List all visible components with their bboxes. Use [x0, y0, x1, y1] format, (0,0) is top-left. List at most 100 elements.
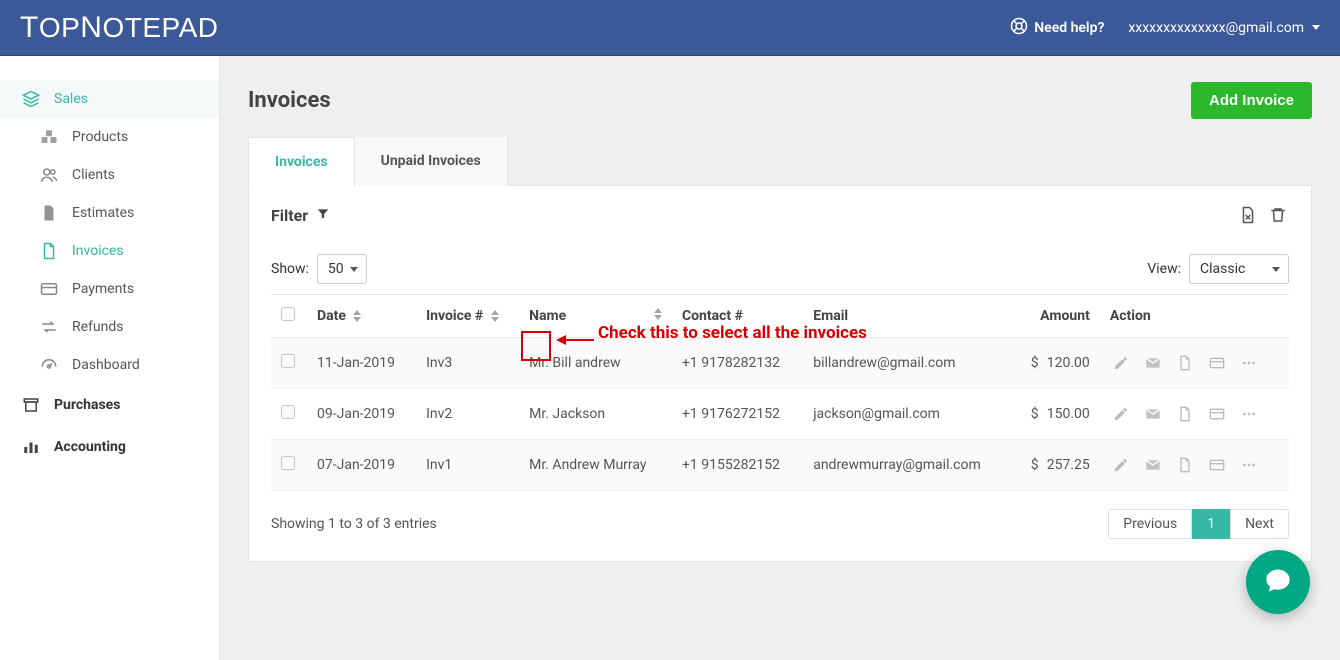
show-control: Show: 50	[271, 254, 367, 284]
mail-icon[interactable]	[1142, 352, 1164, 374]
cell-date: 07-Jan-2019	[307, 440, 416, 491]
mail-icon[interactable]	[1142, 403, 1164, 425]
cell-contact: +1 9155282152	[672, 440, 803, 491]
cell-name: Mr. Andrew Murray	[519, 440, 672, 491]
cell-invoice-no: Inv2	[416, 389, 519, 440]
user-menu[interactable]: xxxxxxxxxxxxxx@gmail.com	[1128, 20, 1320, 36]
table-row: 11-Jan-2019 Inv3 Mr. Bill andrew +1 9178…	[271, 338, 1289, 389]
edit-icon[interactable]	[1110, 454, 1132, 476]
main-content: Invoices Add Invoice Invoices Unpaid Inv…	[220, 56, 1340, 660]
sidebar-item-dashboard[interactable]: Dashboard	[0, 346, 219, 384]
pdf-icon[interactable]	[1174, 454, 1196, 476]
sidebar-item-clients[interactable]: Clients	[0, 156, 219, 194]
col-date[interactable]: Date	[307, 295, 416, 338]
sidebar-label-sales: Sales	[54, 91, 88, 107]
pagination-next[interactable]: Next	[1230, 509, 1289, 539]
row-checkbox[interactable]	[281, 456, 295, 470]
chevron-down-icon	[1272, 267, 1280, 272]
sidebar-item-products[interactable]: Products	[0, 118, 219, 156]
cell-amount: $150.00	[1012, 389, 1100, 440]
tab-invoices[interactable]: Invoices	[248, 137, 355, 187]
users-icon	[40, 166, 58, 184]
col-action: Action	[1100, 295, 1289, 338]
sidebar-label-refunds: Refunds	[72, 319, 124, 335]
cell-email: jackson@gmail.com	[803, 389, 1012, 440]
show-select[interactable]: 50	[317, 254, 367, 284]
filter-toggle[interactable]: Filter	[271, 206, 330, 225]
sidebar-item-sales[interactable]: Sales	[0, 80, 219, 118]
brand-logo: TOPNotepad	[20, 11, 219, 45]
chevron-down-icon	[350, 267, 358, 272]
table-row: 09-Jan-2019 Inv2 Mr. Jackson +1 91762721…	[271, 389, 1289, 440]
pagination-prev[interactable]: Previous	[1108, 509, 1192, 539]
edit-icon[interactable]	[1110, 352, 1132, 374]
sort-icon	[353, 310, 361, 322]
row-actions	[1110, 454, 1279, 476]
select-all-checkbox[interactable]	[281, 307, 295, 321]
chat-icon	[1264, 566, 1292, 598]
show-value: 50	[328, 261, 344, 277]
need-help-label: Need help?	[1034, 20, 1104, 36]
pdf-icon[interactable]	[1174, 403, 1196, 425]
delete-button[interactable]	[1267, 204, 1289, 226]
sidebar-label-payments: Payments	[72, 281, 134, 297]
pagination-page-1[interactable]: 1	[1192, 509, 1230, 539]
col-name[interactable]: Name	[519, 295, 672, 338]
tabs: Invoices Unpaid Invoices	[248, 137, 1312, 186]
sidebar-label-accounting: Accounting	[54, 439, 126, 455]
need-help-link[interactable]: Need help?	[1010, 17, 1104, 39]
sidebar-item-payments[interactable]: Payments	[0, 270, 219, 308]
edit-icon[interactable]	[1110, 403, 1132, 425]
cell-email: andrewmurray@gmail.com	[803, 440, 1012, 491]
cell-email: billandrew@gmail.com	[803, 338, 1012, 389]
cell-invoice-no: Inv3	[416, 338, 519, 389]
cell-name: Mr. Bill andrew	[519, 338, 672, 389]
sidebar-item-estimates[interactable]: Estimates	[0, 194, 219, 232]
gauge-icon	[40, 356, 58, 374]
cell-date: 09-Jan-2019	[307, 389, 416, 440]
tab-unpaid-invoices[interactable]: Unpaid Invoices	[355, 137, 508, 186]
col-contact: Contact #	[672, 295, 803, 338]
mail-icon[interactable]	[1142, 454, 1164, 476]
cell-invoice-no: Inv1	[416, 440, 519, 491]
table-row: 07-Jan-2019 Inv1 Mr. Andrew Murray +1 91…	[271, 440, 1289, 491]
chat-fab[interactable]	[1246, 550, 1310, 614]
row-checkbox[interactable]	[281, 405, 295, 419]
export-excel-button[interactable]	[1237, 204, 1259, 226]
sidebar-item-purchases[interactable]: Purchases	[0, 384, 219, 426]
sidebar-item-refunds[interactable]: Refunds	[0, 308, 219, 346]
view-select[interactable]: Classic	[1189, 254, 1289, 284]
sort-icon	[654, 308, 662, 320]
card-icon[interactable]	[1206, 352, 1228, 374]
col-invoice-no[interactable]: Invoice #	[416, 295, 519, 338]
more-icon[interactable]	[1238, 403, 1260, 425]
col-amount: Amount	[1012, 295, 1100, 338]
chevron-down-icon	[1312, 25, 1320, 30]
view-label: View:	[1147, 261, 1181, 277]
more-icon[interactable]	[1238, 352, 1260, 374]
sidebar-item-invoices[interactable]: Invoices	[0, 232, 219, 270]
cell-date: 11-Jan-2019	[307, 338, 416, 389]
card-icon[interactable]	[1206, 403, 1228, 425]
sidebar-label-dashboard: Dashboard	[72, 357, 140, 373]
swap-icon	[40, 318, 58, 336]
card-icon[interactable]	[1206, 454, 1228, 476]
row-checkbox[interactable]	[281, 354, 295, 368]
topbar: TOPNotepad Need help? xxxxxxxxxxxxxx@gma…	[0, 0, 1340, 56]
showing-text: Showing 1 to 3 of 3 entries	[271, 516, 437, 532]
sidebar-label-invoices: Invoices	[72, 243, 124, 259]
more-icon[interactable]	[1238, 454, 1260, 476]
filter-icon	[316, 206, 330, 225]
sort-icon	[491, 310, 499, 322]
page-title: Invoices	[248, 88, 331, 113]
row-actions	[1110, 352, 1279, 374]
file-text-icon	[40, 242, 58, 260]
sidebar-item-accounting[interactable]: Accounting	[0, 426, 219, 468]
cubes-icon	[40, 128, 58, 146]
cell-amount: $120.00	[1012, 338, 1100, 389]
credit-card-icon	[40, 280, 58, 298]
show-label: Show:	[271, 261, 309, 277]
add-invoice-button[interactable]: Add Invoice	[1191, 82, 1312, 119]
sidebar: Sales Products Clients Estimates Invoice	[0, 56, 220, 660]
pdf-icon[interactable]	[1174, 352, 1196, 374]
